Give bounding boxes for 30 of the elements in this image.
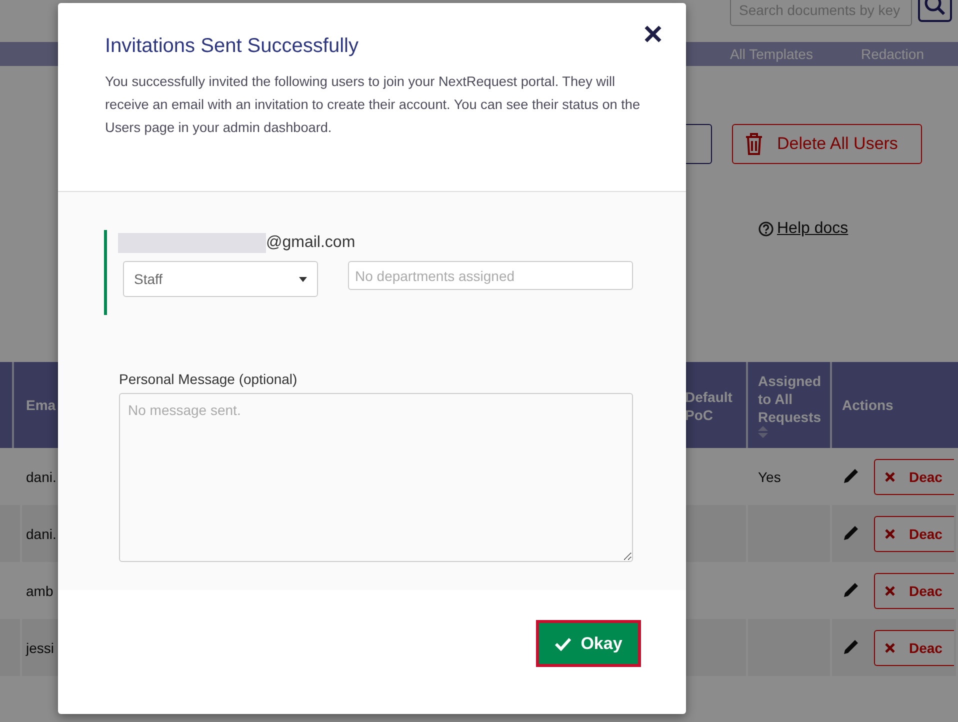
invitee-email: @gmail.com — [266, 234, 356, 252]
pencil-icon — [842, 468, 858, 484]
x-icon — [885, 642, 895, 652]
search-icon — [924, 0, 946, 16]
close-button[interactable] — [644, 25, 662, 43]
role-select[interactable]: Staff — [123, 261, 318, 297]
pencil-icon — [842, 640, 858, 656]
deactivate-button[interactable]: Deac — [874, 458, 954, 494]
close-icon — [644, 25, 662, 43]
x-icon — [885, 528, 895, 538]
deactivate-button[interactable]: Deac — [874, 572, 954, 608]
caret-icon — [299, 276, 307, 282]
pencil-icon — [842, 582, 858, 598]
dialog-title: Invitations Sent Successfully — [105, 35, 360, 58]
pencil-icon — [842, 526, 858, 542]
deactivate-button[interactable]: Deac — [874, 630, 954, 666]
check-icon — [554, 636, 571, 650]
x-icon — [885, 472, 895, 482]
message-field[interactable]: No message sent. — [119, 393, 633, 562]
delete-all-button[interactable]: Delete All Users — [732, 124, 922, 164]
departments-field[interactable]: No departments assigned — [348, 261, 633, 290]
help-link[interactable]: Help docs — [758, 220, 848, 238]
okay-button[interactable]: Okay — [536, 620, 641, 667]
help-icon — [758, 221, 774, 237]
x-icon — [885, 586, 895, 596]
field-label: Personal Message (optional) — [119, 371, 298, 387]
trash-icon — [745, 133, 763, 155]
dialog-message: You successfully invited the following users to join your NextRequest portal. They will receive an email with an invitation to create their account. You can see their status on the Users page in your admin dashboard. — [105, 73, 642, 137]
deactivate-button[interactable]: Deac — [874, 516, 954, 552]
table-header-cell-text: Actions — [841, 396, 894, 415]
